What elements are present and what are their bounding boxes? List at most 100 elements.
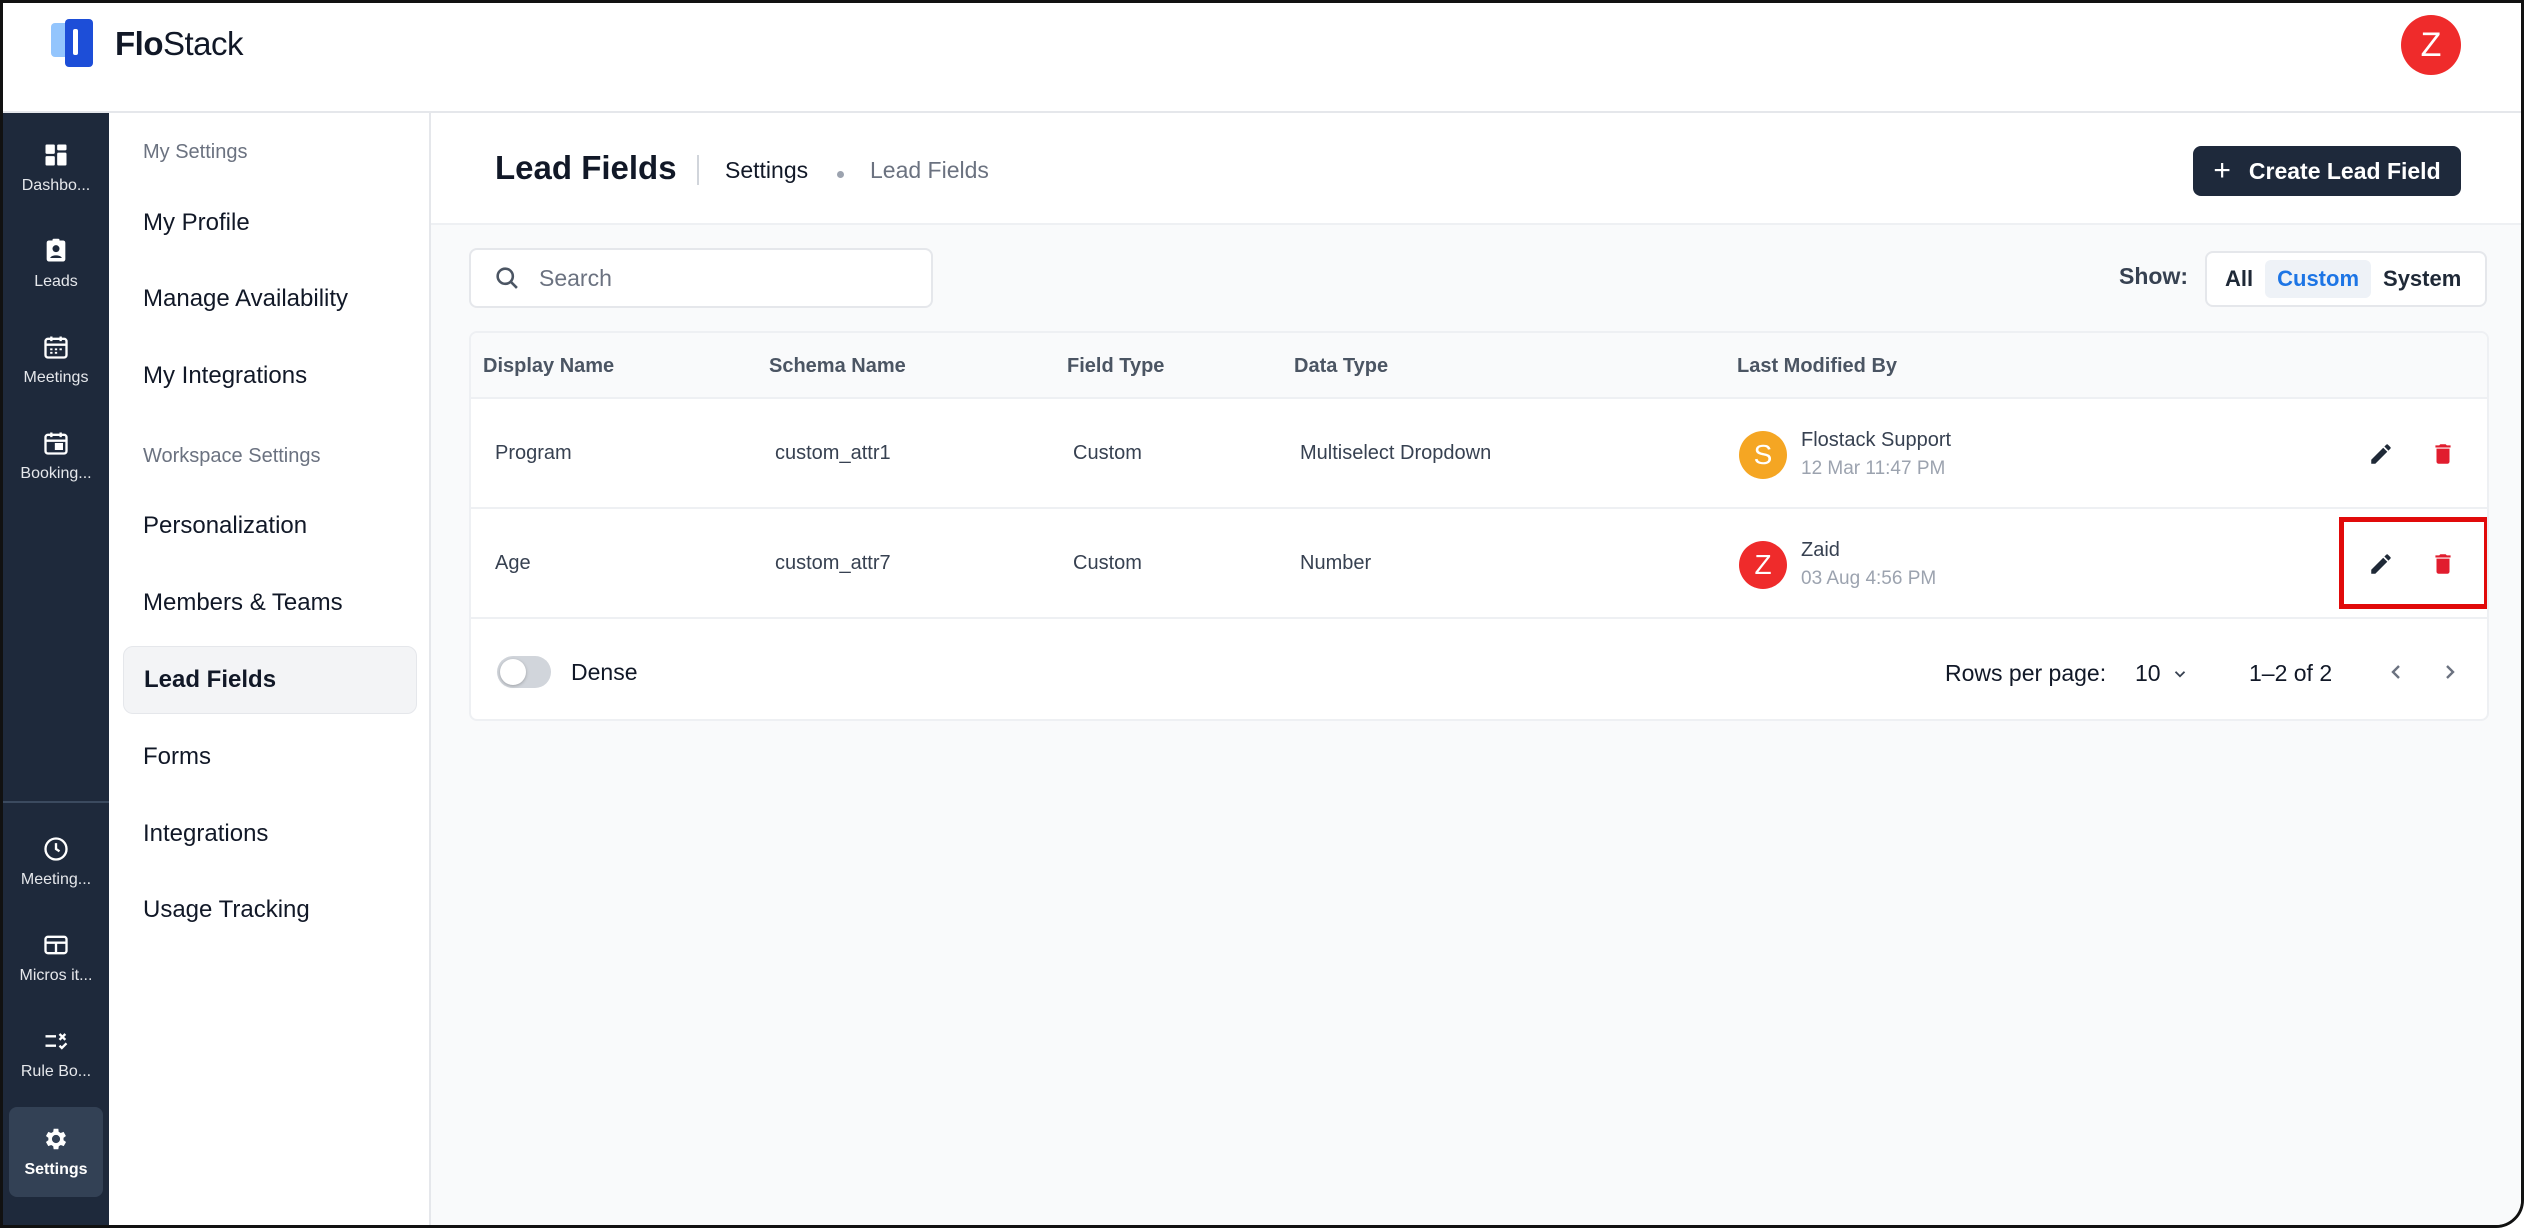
rail-item-booking[interactable]: Booking... xyxy=(9,411,103,501)
modified-by-name: Flostack Support xyxy=(1801,429,1952,451)
dashboard-icon xyxy=(45,144,67,166)
plus-icon: + xyxy=(2213,154,2231,187)
title-divider xyxy=(697,155,699,185)
rows-per-page-value: 10 xyxy=(2135,660,2161,686)
page-header: Lead Fields Settings Lead Fields + Creat… xyxy=(431,113,2521,225)
chevron-down-icon xyxy=(2174,670,2185,678)
cell-display-name: Age xyxy=(495,552,531,574)
breadcrumb-settings[interactable]: Settings xyxy=(725,157,808,184)
show-filter-group: All Custom System xyxy=(2205,251,2487,307)
microsite-icon xyxy=(44,935,68,955)
filter-custom[interactable]: Custom xyxy=(2265,260,2372,298)
rule-icon xyxy=(45,1033,68,1050)
settings-sidebar: My Settings My Profile Manage Availabili… xyxy=(109,113,431,1225)
modified-at: 12 Mar 11:47 PM xyxy=(1801,458,1946,479)
logo-mark-icon xyxy=(51,19,101,69)
col-last-modified-by[interactable]: Last Modified By xyxy=(1737,355,1897,378)
search-input[interactable] xyxy=(539,264,919,292)
avatar: S xyxy=(1739,430,1787,479)
col-data-type[interactable]: Data Type xyxy=(1294,355,1388,378)
table-row[interactable]: Age custom_attr7 Custom Number Z Zaid 03… xyxy=(471,507,2487,617)
logo-text: FloStack xyxy=(115,25,244,62)
highlight-box xyxy=(2339,517,2487,609)
search-box[interactable] xyxy=(469,248,933,308)
dense-label: Dense xyxy=(571,659,638,685)
cell-last-modified: Z Zaid 03 Aug 4:56 PM xyxy=(1739,539,1936,590)
calendar-icon xyxy=(44,336,68,359)
rail-label: Settings xyxy=(24,1161,88,1178)
sidebar-item-members-teams[interactable]: Members & Teams xyxy=(123,569,417,637)
cell-field-type: Custom xyxy=(1073,552,1142,574)
chevron-right-icon xyxy=(2446,665,2455,679)
avatar: Z xyxy=(1739,540,1787,589)
page-title: Lead Fields xyxy=(495,149,677,186)
cell-schema-name: custom_attr7 xyxy=(775,552,891,574)
cell-schema-name: custom_attr1 xyxy=(775,442,891,464)
create-button-label: Create Lead Field xyxy=(2248,157,2441,184)
next-page-button[interactable] xyxy=(2435,657,2465,687)
edit-button[interactable] xyxy=(2365,438,2397,470)
rail-label: Micros it... xyxy=(19,967,93,984)
col-field-type[interactable]: Field Type xyxy=(1067,355,1164,378)
rail-item-settings[interactable]: Settings xyxy=(9,1107,103,1197)
rail-item-meetings[interactable]: Meetings xyxy=(9,315,103,405)
delete-button[interactable] xyxy=(2427,438,2459,470)
pencil-icon xyxy=(2371,444,2391,464)
user-avatar[interactable]: Z xyxy=(2401,15,2461,75)
modified-by-name: Zaid xyxy=(1801,539,1840,561)
col-schema-name[interactable]: Schema Name xyxy=(769,355,906,378)
cell-last-modified: S Flostack Support 12 Mar 11:47 PM xyxy=(1739,429,1951,480)
flostack-logo[interactable]: FloStack xyxy=(51,19,244,69)
pagination-range: 1–2 of 2 xyxy=(2249,660,2333,686)
rail-label: Booking... xyxy=(20,465,92,482)
sidebar-item-integrations[interactable]: Integrations xyxy=(123,800,417,868)
cell-data-type: Multiselect Dropdown xyxy=(1300,442,1492,464)
rail-item-microsites[interactable]: Micros it... xyxy=(9,913,103,1003)
rail-label: Meeting... xyxy=(20,871,92,888)
trash-icon xyxy=(2435,444,2451,464)
rail-item-leads[interactable]: Leads xyxy=(9,219,103,309)
dense-toggle[interactable] xyxy=(497,656,551,688)
sidebar-item-my-integrations[interactable]: My Integrations xyxy=(123,342,417,410)
prev-page-button[interactable] xyxy=(2381,657,2411,687)
booking-icon xyxy=(44,432,68,455)
rail-label: Rule Bo... xyxy=(20,1063,92,1080)
rail-item-dashboard[interactable]: Dashbo... xyxy=(9,123,103,213)
sidebar-item-lead-fields[interactable]: Lead Fields xyxy=(123,646,417,714)
rows-per-page-select[interactable]: 10 xyxy=(2135,660,2189,687)
section-my-settings: My Settings xyxy=(143,141,248,163)
breadcrumb-dot xyxy=(837,171,844,178)
sidebar-item-forms[interactable]: Forms xyxy=(123,723,417,791)
sidebar-item-my-profile[interactable]: My Profile xyxy=(123,189,417,257)
sidebar-item-usage-tracking[interactable]: Usage Tracking xyxy=(123,876,417,944)
show-filter-label: Show: xyxy=(2119,263,2188,289)
breadcrumb-current: Lead Fields xyxy=(870,157,989,183)
clock-icon xyxy=(44,837,68,861)
cell-display-name: Program xyxy=(495,442,572,464)
modified-at: 03 Aug 4:56 PM xyxy=(1801,568,1937,589)
sidebar-item-personalization[interactable]: Personalization xyxy=(123,492,417,560)
table-footer: Dense Rows per page: 10 1–2 of 2 xyxy=(471,617,2487,719)
rail-label: Dashbo... xyxy=(21,177,91,194)
gear-icon xyxy=(45,1128,67,1150)
rail-item-meeting-types[interactable]: Meeting... xyxy=(9,817,103,907)
create-lead-field-button[interactable]: + Create Lead Field xyxy=(2193,146,2461,196)
filter-system[interactable]: System xyxy=(2371,260,2473,298)
cell-field-type: Custom xyxy=(1073,442,1142,464)
cell-data-type: Number xyxy=(1300,552,1372,574)
left-rail: Dashbo... Leads Meetings Booking... Meet… xyxy=(3,113,109,1225)
rail-label: Meetings xyxy=(23,369,89,386)
lead-fields-table: Display Name Schema Name Field Type Data… xyxy=(469,331,2489,721)
top-bar: FloStack Z xyxy=(3,3,2521,113)
search-icon xyxy=(496,267,518,289)
rail-label: Leads xyxy=(34,273,78,290)
section-workspace-settings: Workspace Settings xyxy=(143,445,321,467)
sidebar-item-manage-availability[interactable]: Manage Availability xyxy=(123,265,417,333)
rail-item-rule-book[interactable]: Rule Bo... xyxy=(9,1009,103,1099)
app-window: FloStack Z Dashbo... Leads Meetings Book… xyxy=(0,0,2524,1228)
filter-all[interactable]: All xyxy=(2213,260,2265,298)
col-display-name[interactable]: Display Name xyxy=(483,355,614,378)
chevron-left-icon xyxy=(2391,665,2400,679)
rail-divider xyxy=(3,801,109,803)
table-row[interactable]: Program custom_attr1 Custom Multiselect … xyxy=(471,397,2487,507)
